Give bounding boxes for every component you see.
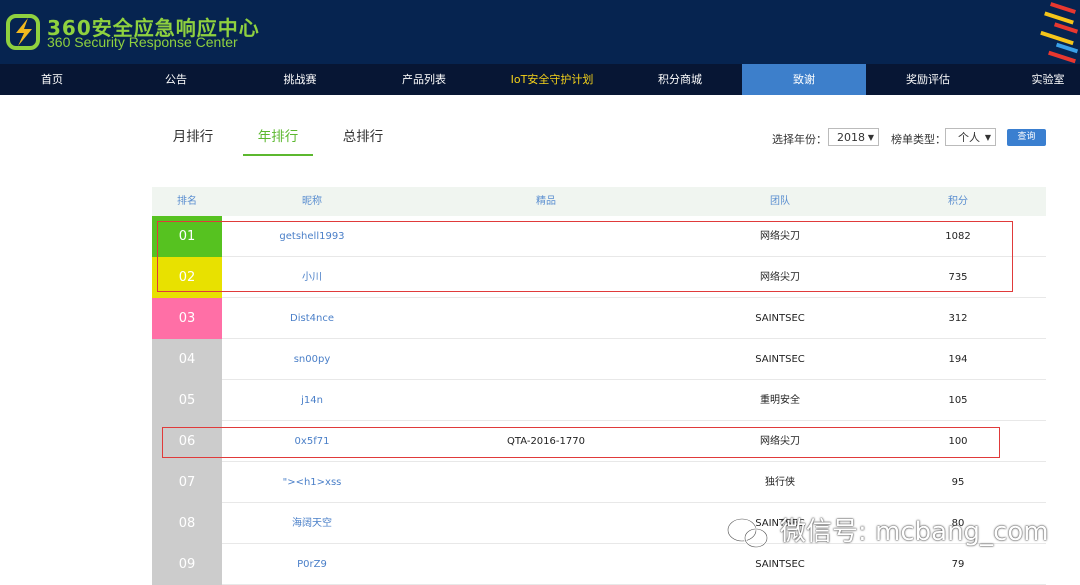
logo-title-en: 360 Security Response Center <box>47 34 238 50</box>
team-cell: SAINTSEC <box>755 313 805 324</box>
nav-points-mall[interactable]: 积分商城 <box>618 64 742 95</box>
header-score: 积分 <box>948 196 968 207</box>
header-featured: 精品 <box>536 196 556 207</box>
team-cell: 独行侠 <box>765 477 795 488</box>
rank-badge: 07 <box>152 462 222 503</box>
logo-icon[interactable] <box>6 12 42 52</box>
list-type-select-value: 个人 <box>958 131 980 144</box>
featured-cell <box>402 380 690 421</box>
year-select-value: 2018 <box>837 131 865 144</box>
nickname-link[interactable]: "><h1>xss <box>222 462 402 503</box>
nav-challenge[interactable]: 挑战赛 <box>238 64 362 95</box>
highlight-box-top <box>157 221 1013 292</box>
rank-badge: 08 <box>152 503 222 544</box>
tab-yearly[interactable]: 年排行 <box>243 128 313 156</box>
score-cell: 95 <box>951 477 965 488</box>
nickname-link[interactable]: j14n <box>222 380 402 421</box>
wechat-icon <box>726 517 769 549</box>
score-cell: 194 <box>948 354 968 365</box>
table-row: 04 sn00py SAINTSEC 194 <box>152 339 1046 380</box>
year-label: 选择年份： <box>772 133 827 146</box>
table-row: 05 j14n 重明安全 105 <box>152 380 1046 421</box>
watermark-text: 微信号: mcbang_com <box>780 517 1049 547</box>
header-nickname: 昵称 <box>302 196 322 207</box>
rank-badge: 04 <box>152 339 222 380</box>
featured-cell <box>402 544 690 585</box>
featured-cell <box>402 339 690 380</box>
team-cell: 重明安全 <box>760 395 800 406</box>
nav-home[interactable]: 首页 <box>0 64 114 95</box>
list-type-select[interactable]: 个人 ▼ <box>945 128 996 146</box>
featured-cell <box>402 503 690 544</box>
featured-cell <box>402 298 690 339</box>
nickname-link[interactable]: P0rZ9 <box>222 544 402 585</box>
site-header: 360安全应急响应中心 360 Security Response Center <box>0 0 1080 64</box>
featured-cell <box>402 462 690 503</box>
year-select[interactable]: 2018 ▼ <box>828 128 879 146</box>
nickname-link[interactable]: Dist4nce <box>222 298 402 339</box>
header-rank: 排名 <box>177 196 197 207</box>
query-button[interactable]: 查询 <box>1007 129 1046 146</box>
main-nav: 首页 公告 挑战赛 产品列表 IoT安全守护计划 积分商城 致谢 奖励评估 实验… <box>0 64 1080 95</box>
table-header: 排名 昵称 精品 团队 积分 <box>152 187 1046 216</box>
header-team: 团队 <box>770 196 790 207</box>
nickname-link[interactable]: 海阔天空 <box>222 503 402 544</box>
highlight-box-row-06 <box>162 427 1000 458</box>
rank-badge: 03 <box>152 298 222 339</box>
chevron-down-icon: ▼ <box>984 133 991 142</box>
rank-badge: 09 <box>152 544 222 585</box>
list-type-label: 榜单类型： <box>891 133 946 146</box>
score-cell: 105 <box>948 395 968 406</box>
nav-announcements[interactable]: 公告 <box>114 64 238 95</box>
score-cell: 312 <box>948 313 968 324</box>
nav-lab[interactable]: 实验室 <box>986 64 1080 95</box>
tab-total[interactable]: 总排行 <box>342 128 384 154</box>
nav-products[interactable]: 产品列表 <box>362 64 486 95</box>
rank-badge: 05 <box>152 380 222 421</box>
nav-reward-evaluation[interactable]: 奖励评估 <box>866 64 990 95</box>
nickname-link[interactable]: sn00py <box>222 339 402 380</box>
nav-acknowledgements[interactable]: 致谢 <box>742 64 866 95</box>
team-cell: SAINTSEC <box>755 354 805 365</box>
table-row: 03 Dist4nce SAINTSEC 312 <box>152 298 1046 339</box>
nav-iot-program[interactable]: IoT安全守护计划 <box>490 64 614 95</box>
tab-monthly[interactable]: 月排行 <box>172 128 214 154</box>
table-row: 07 "><h1>xss 独行侠 95 <box>152 462 1046 503</box>
header-decoration-icon <box>1040 2 1079 64</box>
chevron-down-icon: ▼ <box>867 133 874 142</box>
